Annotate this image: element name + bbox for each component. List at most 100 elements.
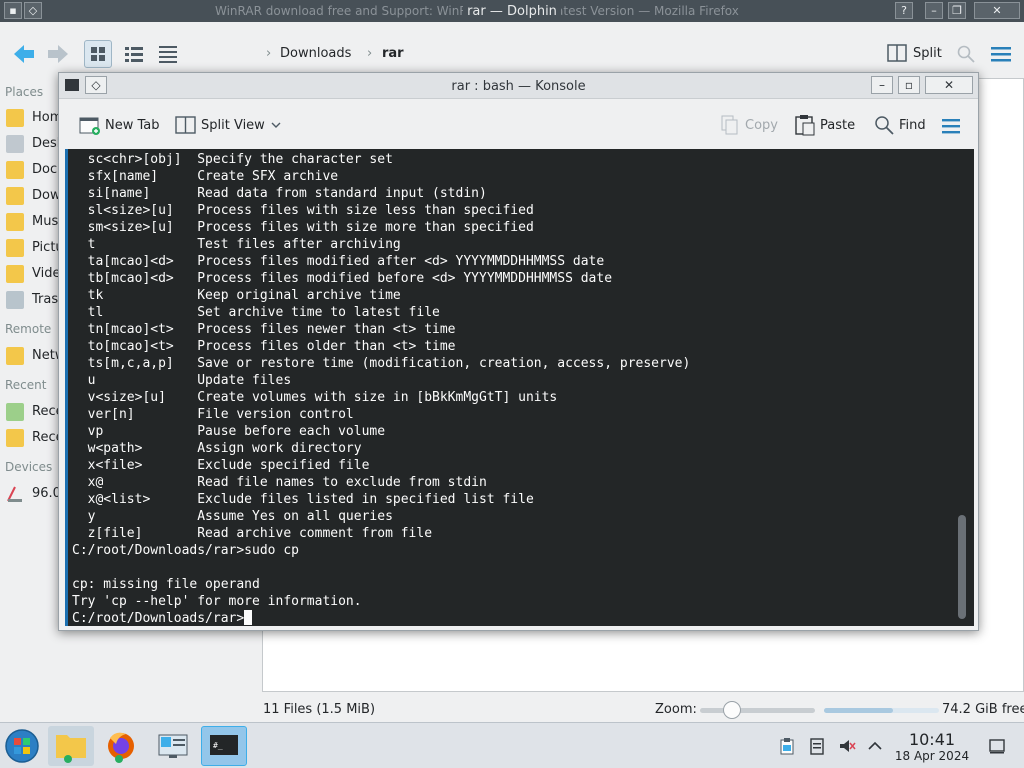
terminal-line: ts[m,c,a,p] Save or restore time (modifi… [72,356,691,371]
help-button[interactable]: ? [895,2,913,19]
terminal-line: y Assume Yes on all queries [72,509,393,524]
chevron-up-icon[interactable] [866,737,884,755]
task-firefox[interactable] [98,726,144,766]
home-folder-icon [6,109,24,127]
close-button[interactable]: ✕ [974,2,1020,19]
terminal-line: x@ Read file names to exclude from stdin [72,475,487,490]
terminal-line: Try 'cp --help' for more information. [72,594,362,609]
maximize-button[interactable]: ▫ [898,76,920,94]
terminal-line: to[mcao]<t> Process files older than <t>… [72,339,456,354]
taskbar: #_ 10:41 18 Apr 2024 [0,722,1024,768]
terminal-line: x@<list> Exclude files listed in specifi… [72,492,534,507]
videos-folder-icon [6,265,24,283]
new-tab-icon [79,117,100,135]
drive-icon [6,485,24,503]
hamburger-menu-icon[interactable] [990,44,1012,64]
dolphin-title: WinRAR download free and Support: WinRAR… [215,4,739,19]
details-view-icon[interactable] [154,40,182,68]
split-view-icon [175,116,196,134]
zoom-slider-track[interactable] [700,708,815,713]
konsole-toolbar: New Tab Split View Copy Paste Find [59,100,978,148]
places-header: Places [5,85,44,99]
documents-folder-icon [6,161,24,179]
find-button[interactable]: Find [873,114,929,138]
svg-text:#_: #_ [213,741,223,750]
konsole-title: rar : bash — Konsole [451,79,586,94]
task-konsole[interactable]: #_ [201,726,247,766]
icons-view-button[interactable] [84,40,112,68]
places-sidebar: Places Home Desktop Documents Downloads … [0,82,181,700]
terminal-line: C:/root/Downloads/rar>sudo cp [72,543,299,558]
clock[interactable]: 10:41 18 Apr 2024 [892,730,972,764]
hamburger-menu-icon[interactable] [941,117,961,135]
breadcrumb-separator-icon: › [266,46,272,61]
volume-muted-icon[interactable] [838,737,856,755]
forward-arrow-icon[interactable] [44,40,72,68]
show-desktop-icon[interactable] [988,737,1006,755]
konsole-window: ◇ rar : bash — Konsole – ▫ ✕ New Tab Spl… [58,72,979,631]
copy-icon [721,115,738,135]
terminal-line: sc<chr>[obj] Specify the character set [72,152,393,167]
terminal-line: ta[mcao]<d> Process files modified after… [72,254,605,269]
free-space-label: 74.2 GiB free [942,702,1024,717]
zoom-slider-handle[interactable] [723,701,741,719]
terminal-area[interactable]: sc<chr>[obj] Specify the character set s… [65,149,974,626]
breadcrumb-downloads[interactable]: Downloads [280,46,351,61]
find-icon [875,116,894,135]
terminal-cursor [244,610,253,625]
terminal-line: ver[n] File version control [72,407,354,422]
terminal-line: tb[mcao]<d> Process files modified befor… [72,271,613,286]
desktop-folder-icon [6,135,24,153]
terminal-line: tk Keep original archive time [72,288,401,303]
copy-button[interactable]: Copy [719,114,779,138]
clock-time: 10:41 [908,730,956,749]
maximize-button[interactable]: ❐ [948,2,966,19]
close-button[interactable]: ✕ [925,76,973,94]
start-menu-icon[interactable] [4,728,40,764]
dolphin-titlebar: ▪ ◇ WinRAR download free and Support: Wi… [0,0,1024,22]
compact-view-icon[interactable] [120,40,148,68]
pictures-folder-icon [6,239,24,257]
terminal-line: tl Set archive time to latest file [72,305,440,320]
task-file-manager[interactable] [48,726,94,766]
icons-view-icon [91,47,105,61]
clock-date: 18 Apr 2024 [894,749,970,763]
breadcrumb-rar[interactable]: rar [382,46,404,61]
paste-icon [795,115,815,136]
terminal-line: z[file] Read archive comment from file [72,526,433,541]
search-icon[interactable] [956,44,976,64]
firefox-icon [108,732,134,763]
terminal-line: si[name] Read data from standard input (… [72,186,487,201]
recent-header: Recent [5,378,47,392]
minimize-button[interactable]: – [925,2,943,19]
remote-header: Remote [5,322,52,336]
task-system-settings[interactable] [150,726,196,766]
folder-icon [56,735,86,763]
terminal-scrollbar[interactable] [958,515,966,619]
downloads-folder-icon [6,187,24,205]
terminal-line: tn[mcao]<t> Process files newer than <t>… [72,322,456,337]
terminal-line: u Update files [72,373,292,388]
system-settings-icon [158,734,188,758]
terminal-line: t Test files after archiving [72,237,401,252]
minimize-button[interactable]: – [871,76,893,94]
split-view-button[interactable]: Split View [175,114,285,138]
terminal-line: sm<size>[u] Process files with size more… [72,220,534,235]
terminal-line: v<size>[u] Create volumes with size in [… [72,390,558,405]
clipboard-icon[interactable] [778,737,796,755]
terminal-line: cp: missing file operand [72,577,260,592]
terminal-prompt-line: C:/root/Downloads/rar> [72,610,952,627]
terminal-line: sl<size>[u] Process files with size less… [72,203,534,218]
back-arrow-icon[interactable] [10,40,38,68]
terminal-line: sfx[name] Create SFX archive [72,169,339,184]
notes-icon[interactable] [808,737,826,755]
split-icon [887,44,907,62]
paste-button[interactable]: Paste [794,114,856,138]
file-count: 11 Files (1.5 MiB) [263,702,376,717]
breadcrumb-separator-icon: › [367,46,373,61]
terminal-line: x<file> Exclude specified file [72,458,370,473]
terminal-line: vp Pause before each volume [72,424,386,439]
new-tab-button[interactable]: New Tab [79,114,161,138]
free-space-fill [824,708,893,713]
